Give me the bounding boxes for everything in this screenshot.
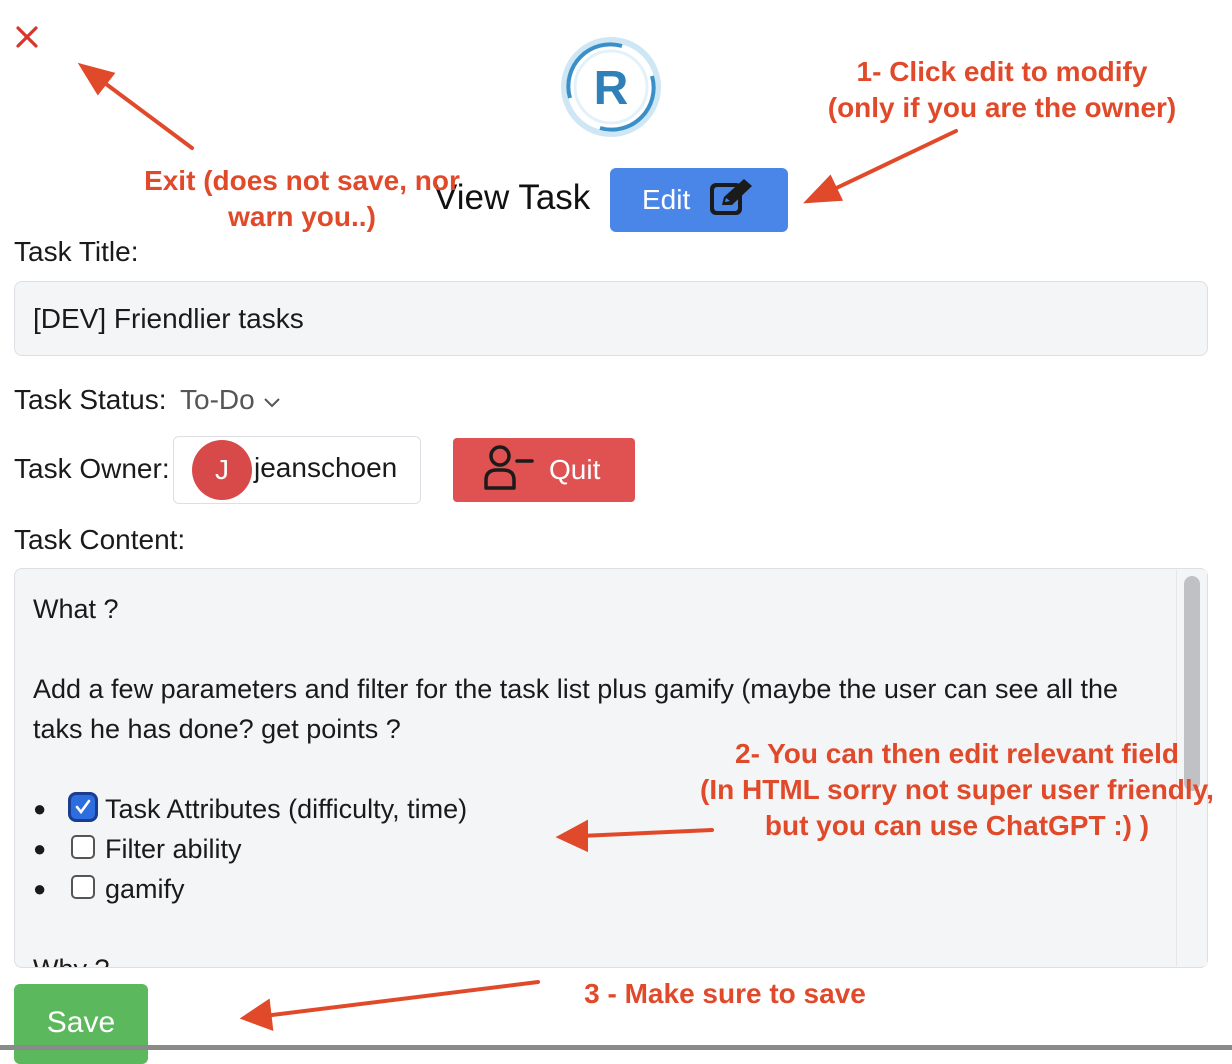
annotation-fields: 2- You can then edit relevant field (In … xyxy=(682,736,1232,844)
annotation-fields-line: (In HTML sorry not super user friendly, xyxy=(700,774,1214,805)
annotation-edit-line: (only if you are the owner) xyxy=(827,92,1177,123)
annotation-edit: 1- Click edit to modify (only if you are… xyxy=(802,54,1202,126)
annotation-fields-line: but you can use ChatGPT :) ) xyxy=(764,810,1150,841)
annotation-exit: Exit (does not save, nor warn you..) xyxy=(112,163,492,235)
annotation-fields-line: 2- You can then edit relevant field xyxy=(735,738,1179,769)
annotation-exit-line: Exit (does not save, nor xyxy=(144,165,460,196)
annotation-arrows xyxy=(77,62,958,1032)
annotation-exit-line: warn you..) xyxy=(228,201,376,232)
annotation-save: 3 - Make sure to save xyxy=(584,978,866,1009)
annotation-edit-line: 1- Click edit to modify xyxy=(856,56,1148,87)
